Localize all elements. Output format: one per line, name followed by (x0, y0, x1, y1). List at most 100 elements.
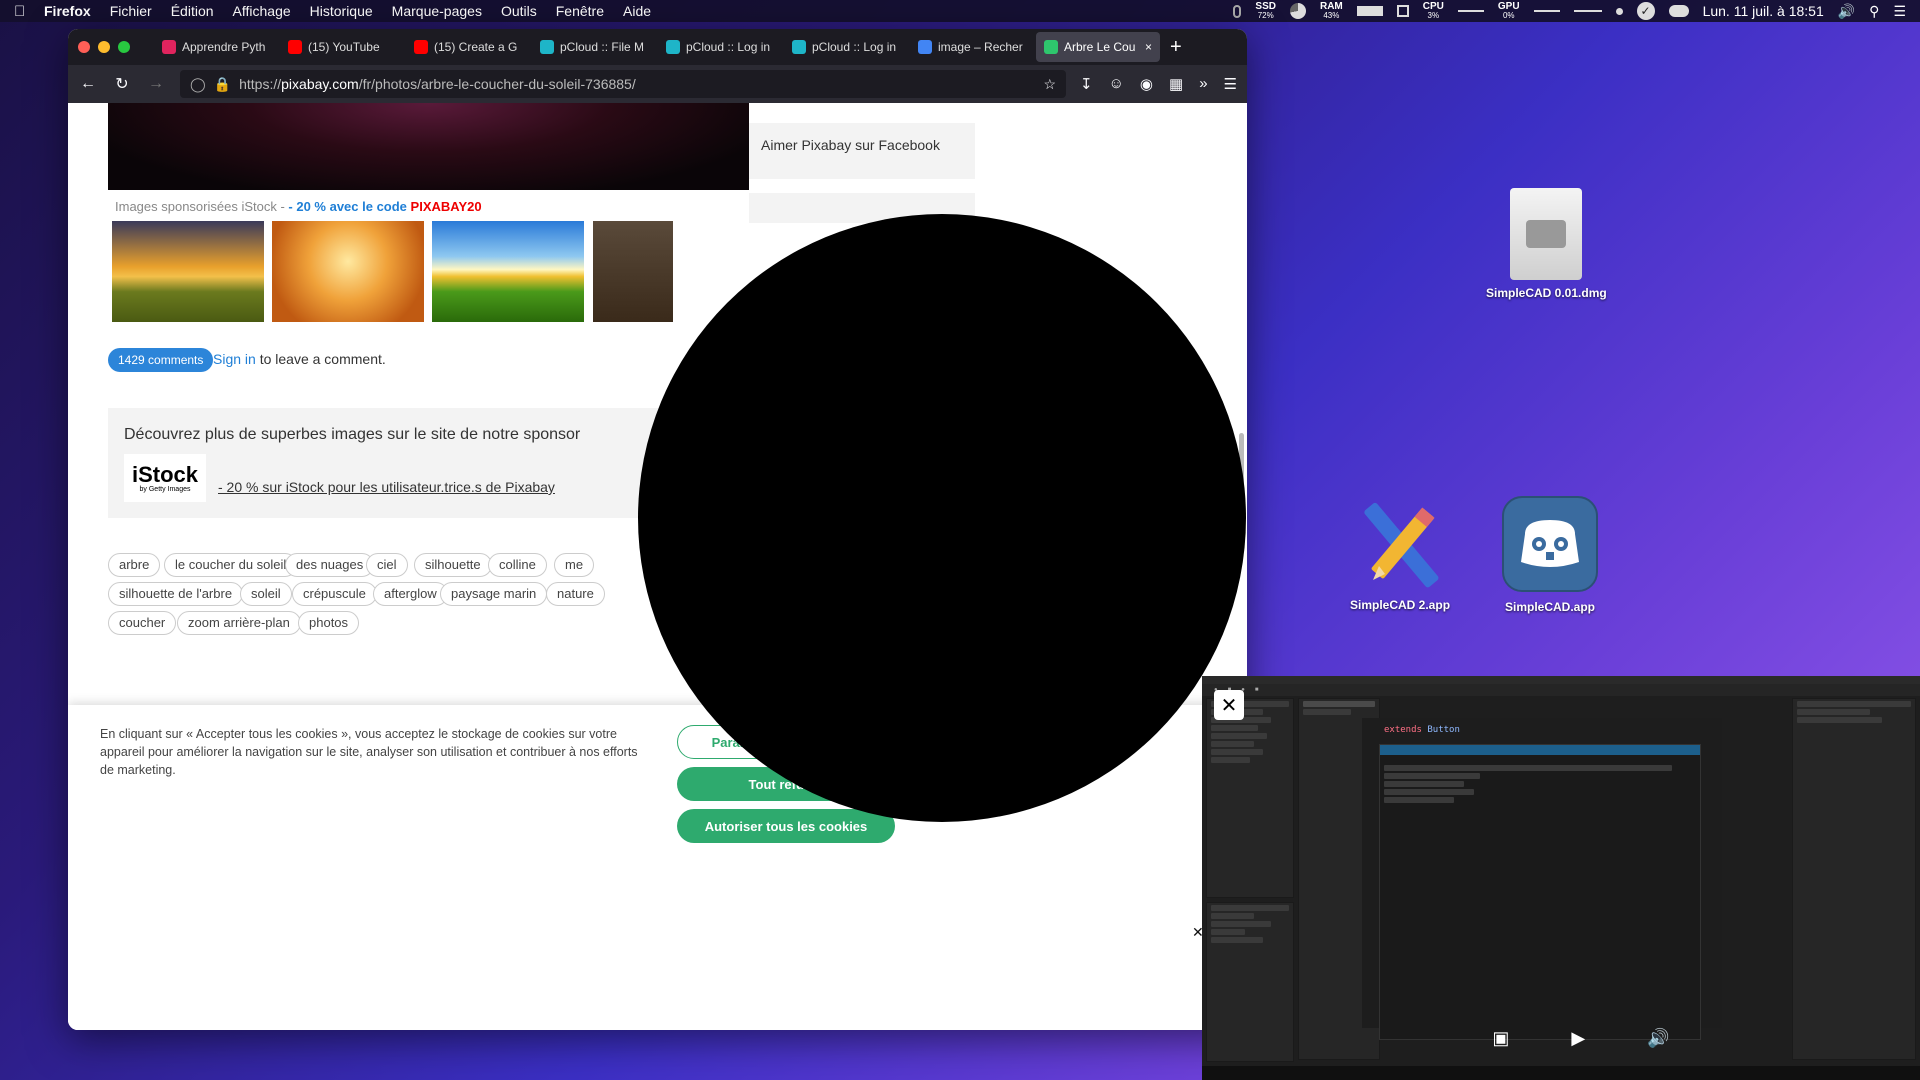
exit-pip-icon[interactable]: ▣ (1492, 1028, 1509, 1049)
hamburger-menu-icon[interactable]: ☰ (1224, 75, 1237, 93)
browser-tab[interactable]: image – Recher (910, 32, 1034, 62)
desktop-icon-dmg[interactable]: SimpleCAD 0.01.dmg (1486, 188, 1607, 300)
sponsored-thumb-field-sunrise[interactable] (432, 221, 584, 322)
sponsored-label: Images sponsorisées iStock - - 20 % avec… (115, 199, 482, 214)
menu-marque-pages[interactable]: Marque-pages (392, 3, 482, 19)
pip-video-window[interactable]: ●■●■ extends Button ✕ ▣ ▶ 🔊 (1202, 676, 1920, 1080)
tag-chip[interactable]: paysage marin (440, 582, 548, 606)
browser-tab[interactable]: pCloud :: Log in (658, 32, 782, 62)
promo-link[interactable]: - 20 % avec le code (288, 199, 410, 214)
check-circle-icon[interactable]: ✓ (1636, 2, 1655, 20)
desktop-icon-simplecad[interactable]: SimpleCAD.app (1502, 496, 1598, 614)
new-tab-button[interactable]: + (1170, 36, 1182, 59)
close-window-button[interactable] (78, 41, 90, 53)
comments-count-button[interactable]: 1429 comments (108, 348, 214, 372)
browser-tab[interactable]: (15) Create a G (406, 32, 530, 62)
control-center-icon[interactable]: ☰ (1893, 3, 1906, 20)
volume-icon[interactable]: 🔊 (1838, 3, 1855, 20)
signin-link[interactable]: Sign in (213, 351, 256, 367)
browser-tab[interactable]: (15) YouTube (280, 32, 404, 62)
pcloud-icon (540, 40, 554, 54)
back-icon[interactable]: ← (78, 75, 98, 93)
download-icon[interactable]: ↧ (1080, 75, 1093, 93)
tag-chip[interactable]: photos (298, 611, 360, 635)
tag-chip[interactable]: zoom arrière-plan (177, 611, 301, 635)
menu-outils[interactable]: Outils (501, 3, 537, 19)
navigation-bar: ← ↻ → ◯ 🔒 https://pixabay.com/fr/photos/… (68, 65, 1247, 103)
main-photo[interactable] (108, 103, 749, 190)
browser-tab[interactable]: pCloud :: Log in (784, 32, 908, 62)
sponsored-thumb-dark-tree[interactable] (593, 221, 673, 322)
lock-icon[interactable]: 🔒 (214, 76, 231, 93)
tag-chip[interactable]: arbre (108, 553, 161, 577)
close-tab-icon[interactable]: × (1145, 40, 1152, 54)
volume-icon[interactable]: 🔊 (1647, 1028, 1669, 1049)
redaction-circle (638, 214, 1246, 822)
close-pip-icon[interactable]: ✕ (1214, 690, 1244, 720)
gpu-stat[interactable]: GPU 0% (1498, 2, 1520, 21)
tag-chip[interactable]: ciel (366, 553, 408, 577)
tab-label: pCloud :: Log in (686, 40, 771, 54)
browser-tab[interactable]: Apprendre Pyth (154, 32, 278, 62)
tag-chip[interactable]: coucher (108, 611, 177, 635)
tag-chip[interactable]: me (554, 553, 595, 577)
pip-edge-close-icon[interactable]: ✕ (1192, 924, 1204, 941)
browser-tab[interactable]: pCloud :: File M (532, 32, 656, 62)
sponsored-thumb-golden-bokeh[interactable] (272, 221, 424, 322)
pcloud-icon (792, 40, 806, 54)
menu-aide[interactable]: Aide (623, 3, 651, 19)
search-icon[interactable]: ⚲ (1869, 3, 1879, 20)
ssd-pie-icon (1289, 3, 1306, 19)
datetime[interactable]: Lun. 11 juil. à 18:51 (1703, 3, 1824, 19)
ublock-icon[interactable]: ◉ (1140, 75, 1153, 93)
menu-fenetre[interactable]: Fenêtre (556, 3, 604, 19)
mic-icon[interactable] (1233, 4, 1242, 18)
istock-logo[interactable]: iStock by Getty Images (124, 454, 206, 502)
url-bar[interactable]: ◯ 🔒 https://pixabay.com/fr/photos/arbre-… (180, 70, 1067, 98)
accept-all-cookies-button[interactable]: Autoriser tous les cookies (677, 809, 895, 843)
more-tools-icon[interactable]: » (1199, 75, 1207, 93)
video-inspector-panel (1792, 698, 1916, 1060)
ssd-stat[interactable]: SSD 72% (1255, 2, 1276, 21)
tag-chip[interactable]: crépuscule (292, 582, 377, 606)
shield-icon[interactable]: ◯ (190, 76, 206, 93)
tag-chip[interactable]: silhouette (414, 553, 492, 577)
menu-historique[interactable]: Historique (310, 3, 373, 19)
notion-icon[interactable]: ▦ (1169, 75, 1183, 93)
pixabay-icon (1044, 40, 1058, 54)
apple-menu-icon[interactable]:  (14, 3, 44, 20)
menu-app-name[interactable]: Firefox (44, 3, 91, 19)
desktop-icon-label: SimpleCAD 0.01.dmg (1486, 286, 1607, 300)
bookmark-star-icon[interactable]: ☆ (1043, 76, 1056, 93)
facebook-like-box[interactable]: Aimer Pixabay sur Facebook (749, 123, 975, 179)
cloud-icon[interactable] (1668, 5, 1689, 17)
dot-icon[interactable] (1615, 7, 1623, 15)
istock-promo-link[interactable]: - 20 % sur iStock pour les utilisateur.t… (218, 479, 555, 495)
network-graph-icon[interactable] (1573, 10, 1602, 12)
extension-face-icon[interactable]: ☺ (1109, 75, 1124, 93)
tag-chip[interactable]: le coucher du soleil (164, 553, 298, 577)
ram-stat[interactable]: RAM 43% (1320, 2, 1343, 21)
tag-chip[interactable]: nature (546, 582, 605, 606)
tag-chip[interactable]: des nuages (285, 553, 375, 577)
menu-edition[interactable]: Édition (171, 3, 214, 19)
tab-label: (15) YouTube (308, 40, 380, 54)
tag-chip[interactable]: silhouette de l'arbre (108, 582, 244, 606)
chip-icon[interactable] (1396, 5, 1409, 17)
minimize-window-button[interactable] (98, 41, 110, 53)
zoom-window-button[interactable] (118, 41, 130, 53)
tag-chip[interactable]: soleil (240, 582, 292, 606)
forward-icon[interactable]: → (146, 75, 166, 93)
url-text[interactable]: https://pixabay.com/fr/photos/arbre-le-c… (239, 76, 636, 92)
tag-chip[interactable]: afterglow (373, 582, 448, 606)
tag-chip[interactable]: colline (488, 553, 547, 577)
python-icon (162, 40, 176, 54)
browser-tab[interactable]: Arbre Le Cou × (1036, 32, 1160, 62)
menu-affichage[interactable]: Affichage (233, 3, 291, 19)
desktop-icon-simplecad2[interactable]: SimpleCAD 2.app (1350, 500, 1450, 612)
sponsored-thumb-tree-sunset[interactable] (112, 221, 264, 322)
play-icon[interactable]: ▶ (1571, 1028, 1585, 1049)
reload-icon[interactable]: ↻ (112, 74, 132, 94)
cpu-stat[interactable]: CPU 3% (1423, 2, 1444, 21)
menu-fichier[interactable]: Fichier (110, 3, 152, 19)
